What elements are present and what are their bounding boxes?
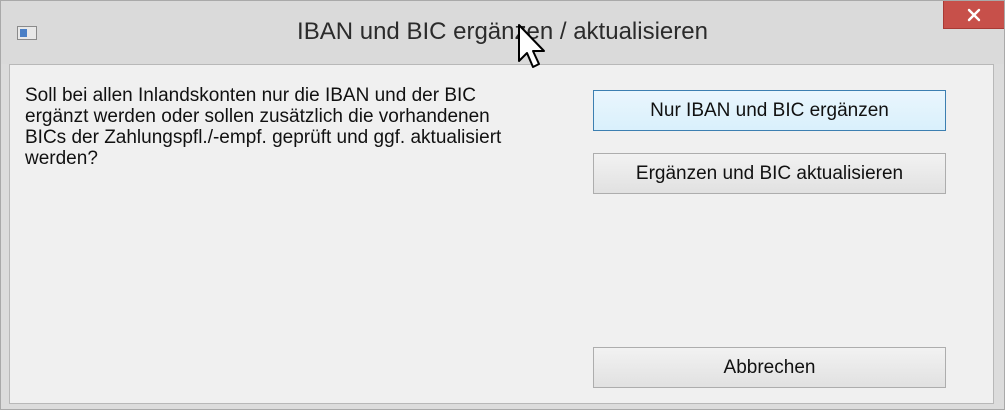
only-add-iban-bic-button[interactable]: Nur IBAN und BIC ergänzen xyxy=(593,90,946,131)
dialog-message: Soll bei allen Inlandskonten nur die IBA… xyxy=(25,85,502,169)
close-icon xyxy=(967,8,981,22)
cancel-button[interactable]: Abbrechen xyxy=(593,347,946,388)
title-bar[interactable]: IBAN und BIC ergänzen / aktualisieren xyxy=(1,1,1004,64)
close-button[interactable] xyxy=(943,1,1004,29)
mouse-pointer-icon xyxy=(518,24,545,68)
window-title: IBAN und BIC ergänzen / aktualisieren xyxy=(297,18,708,45)
add-and-update-bic-button[interactable]: Ergänzen und BIC aktualisieren xyxy=(593,153,946,194)
dialog-window: IBAN und BIC ergänzen / aktualisieren So… xyxy=(0,0,1005,410)
